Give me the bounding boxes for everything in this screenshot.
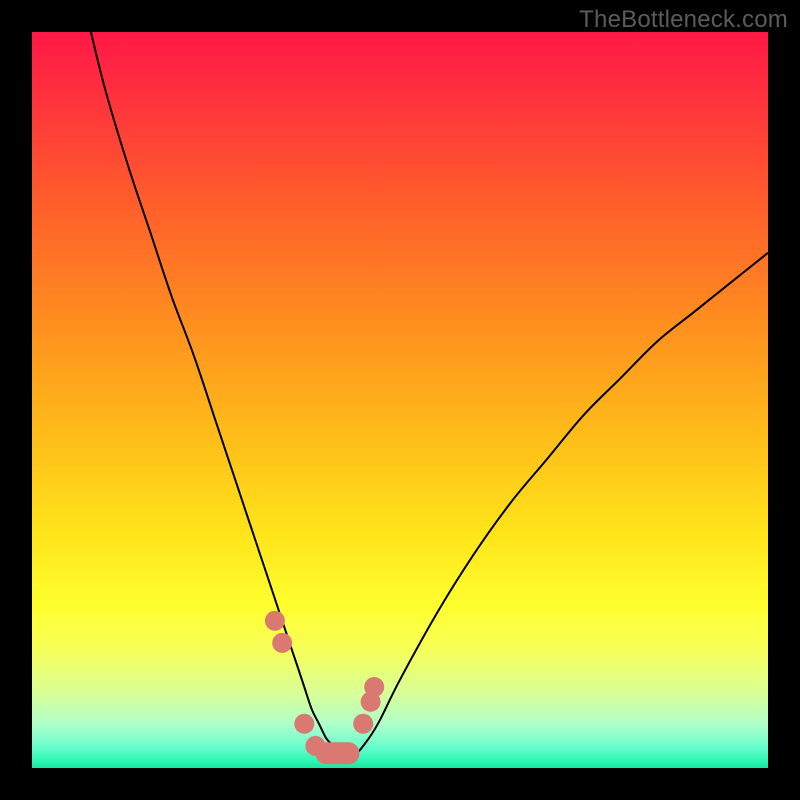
plot-area [32, 32, 768, 768]
watermark-text: TheBottleneck.com [579, 6, 788, 34]
bottleneck-curve [91, 32, 768, 754]
marker-dot [272, 633, 292, 653]
marker-dot [294, 714, 314, 734]
marker-dot [364, 677, 384, 697]
marker-dot [265, 611, 285, 631]
marker-dot [305, 736, 325, 756]
marker-dot [353, 714, 373, 734]
curve-svg [32, 32, 768, 768]
chart-frame: TheBottleneck.com [0, 0, 800, 800]
